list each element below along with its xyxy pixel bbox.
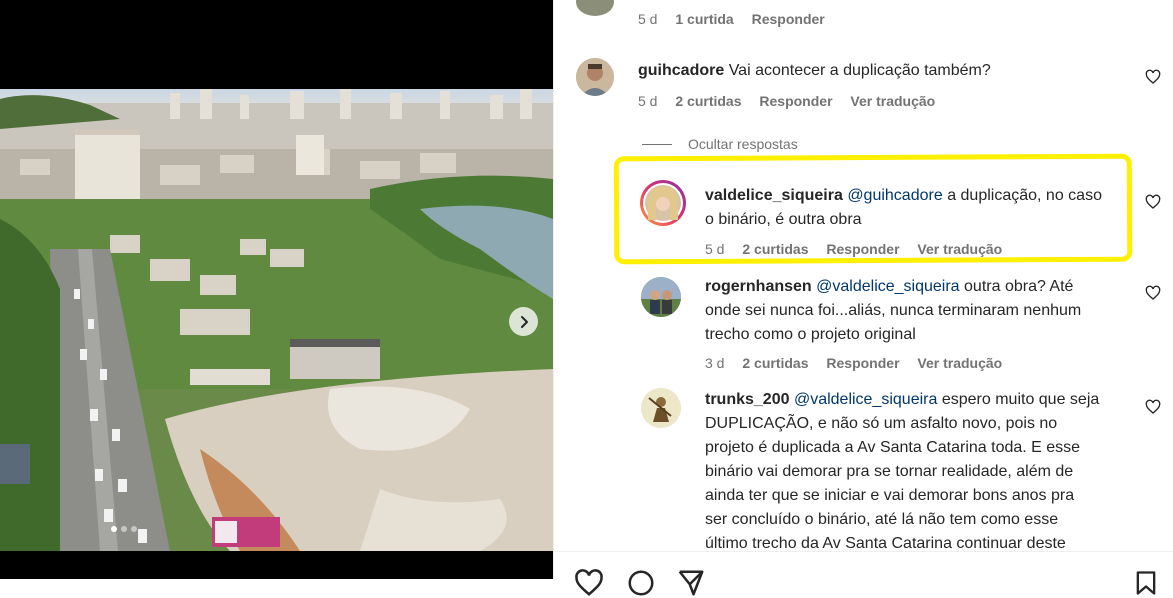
translate-button[interactable]: Ver tradução xyxy=(850,93,935,109)
avatar[interactable] xyxy=(641,388,681,428)
heart-icon[interactable] xyxy=(1145,69,1161,85)
avatar[interactable] xyxy=(576,0,614,16)
reply-username[interactable]: valdelice_siqueira xyxy=(705,187,843,204)
comment-meta: 5 d 2 curtidas Responder Ver tradução xyxy=(638,93,949,109)
comment-meta: 3 d 2 curtidas Responder Ver tradução xyxy=(705,355,1016,371)
reply-button[interactable]: Responder xyxy=(752,11,825,27)
reply-text: binário vai demorar pra se tornar realid… xyxy=(705,463,1074,480)
comment-likes-link[interactable]: 1 curtida xyxy=(675,11,733,27)
user-avatar-image xyxy=(641,388,681,428)
reply-text: espero muito que seja xyxy=(941,391,1100,408)
user-avatar-image xyxy=(641,277,681,317)
comment-time: 5 d xyxy=(705,241,725,257)
reply-text: DUPLICAÇÃO, e não só um asfalto novo, po… xyxy=(705,415,1058,432)
comment-meta: 5 d 2 curtidas Responder Ver tradução xyxy=(705,241,1016,257)
comment-bubble-icon[interactable] xyxy=(626,568,656,598)
heart-icon[interactable] xyxy=(1145,399,1161,415)
reply-text: ainda ter que se iniciar e vai demorar b… xyxy=(705,487,1075,504)
comment-time: 5 d xyxy=(638,93,658,109)
carousel-dot xyxy=(131,526,137,532)
hide-replies-label: Ocultar respostas xyxy=(688,136,798,152)
reply-text: projeto é duplicada a Av Santa Catarina … xyxy=(705,439,1081,456)
comment-text: Vai acontecer a duplicação também? xyxy=(728,62,991,79)
avatar[interactable] xyxy=(641,277,681,317)
reply-button[interactable]: Responder xyxy=(759,93,832,109)
aerial-city-photo xyxy=(0,89,553,551)
hide-replies-button[interactable]: Ocultar respostas xyxy=(642,136,798,152)
reply-text: ser concluído o binário, até lá não tem … xyxy=(705,511,1059,528)
post-media-pane xyxy=(0,0,553,579)
post-photo xyxy=(0,89,553,551)
comment-time: 3 d xyxy=(705,355,725,371)
divider-line xyxy=(642,143,672,145)
post-action-bar xyxy=(554,551,1173,596)
comment-username[interactable]: guihcadore xyxy=(638,62,724,79)
reply-button[interactable]: Responder xyxy=(826,355,899,371)
carousel-indicator xyxy=(111,526,137,532)
avatar-story-ring[interactable] xyxy=(640,180,686,226)
bookmark-icon[interactable] xyxy=(1132,568,1160,598)
comment-meta: 5 d 1 curtida Responder xyxy=(638,11,839,27)
comment-likes-link[interactable]: 2 curtidas xyxy=(675,93,741,109)
comment-body: guihcadore Vai acontecer a duplicação ta… xyxy=(638,59,1108,83)
reply-text: trecho como o projeto original xyxy=(705,326,916,343)
carousel-dot xyxy=(111,526,117,532)
carousel-dot xyxy=(121,526,127,532)
comment-likes-link[interactable]: 2 curtidas xyxy=(742,355,808,371)
translate-button[interactable]: Ver tradução xyxy=(917,355,1002,371)
reply-body: rogernhansen @valdelice_siqueira outra o… xyxy=(705,275,1135,347)
reply-username[interactable]: rogernhansen xyxy=(705,278,812,295)
reply-text: a duplicação, no caso xyxy=(947,187,1102,204)
reply-body: trunks_200 @valdelice_siqueira espero mu… xyxy=(705,388,1135,556)
comment-likes-link[interactable]: 2 curtidas xyxy=(742,241,808,257)
reply-text: onde sei nunca foi...aliás, nunca termin… xyxy=(705,302,1082,319)
reply-mention[interactable]: @guihcadore xyxy=(847,187,942,204)
user-avatar-image xyxy=(643,183,683,223)
reply-mention[interactable]: @valdelice_siqueira xyxy=(794,391,937,408)
reply-username[interactable]: trunks_200 xyxy=(705,391,790,408)
heart-icon[interactable] xyxy=(1145,194,1161,210)
chevron-right-icon xyxy=(520,315,528,328)
avatar[interactable] xyxy=(576,58,614,96)
share-send-icon[interactable] xyxy=(676,568,706,598)
user-avatar-image xyxy=(576,58,614,96)
heart-icon[interactable] xyxy=(1145,285,1161,301)
carousel-next-button[interactable] xyxy=(509,307,538,336)
reply-text: outra obra? Até xyxy=(964,278,1074,295)
reply-button[interactable]: Responder xyxy=(826,241,899,257)
reply-body: valdelice_siqueira @guihcadore a duplica… xyxy=(705,184,1135,232)
comment-time: 5 d xyxy=(638,11,658,27)
comments-pane: 5 d 1 curtida Responder guihcadore Vai a… xyxy=(553,0,1173,596)
reply-text: o binário, é outra obra xyxy=(705,211,862,228)
translate-button[interactable]: Ver tradução xyxy=(917,241,1002,257)
reply-mention[interactable]: @valdelice_siqueira xyxy=(816,278,959,295)
like-heart-icon[interactable] xyxy=(574,568,604,598)
